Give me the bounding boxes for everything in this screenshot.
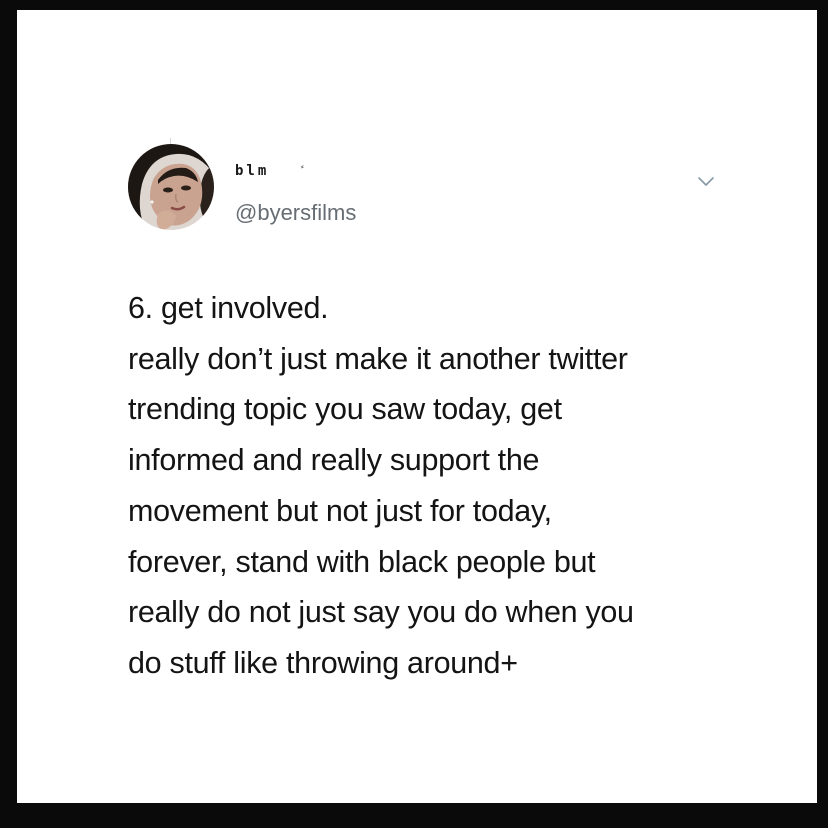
tweet-line: forever, stand with black people but (128, 544, 596, 579)
tweet-menu-button[interactable] (695, 170, 717, 192)
tweet-line: trending topic you saw today, get (128, 392, 562, 427)
tweet-line: 6. get involved. (128, 291, 329, 325)
tweet-line: informed and really support the (128, 443, 540, 478)
user-handle[interactable]: @byersfilms (235, 200, 356, 226)
display-name-mark: ⸗ (301, 162, 304, 171)
profile-photo-icon (128, 144, 214, 230)
tweet-line: movement but not just for today, (128, 493, 552, 528)
display-name[interactable]: blm (235, 163, 269, 179)
tweet-text: 6. get involved. really don’t just make … (128, 283, 798, 689)
tweet-card: blm ⸗ @byersfilms 6. get involved. reall… (17, 10, 817, 803)
chevron-down-icon (698, 177, 714, 186)
tweet-line: really do not just say you do when you (128, 595, 634, 630)
tweet-line: really don’t just make it another twitte… (128, 341, 628, 376)
tweet-line: do stuff like throwing around+ (128, 645, 518, 680)
avatar[interactable] (128, 144, 214, 230)
